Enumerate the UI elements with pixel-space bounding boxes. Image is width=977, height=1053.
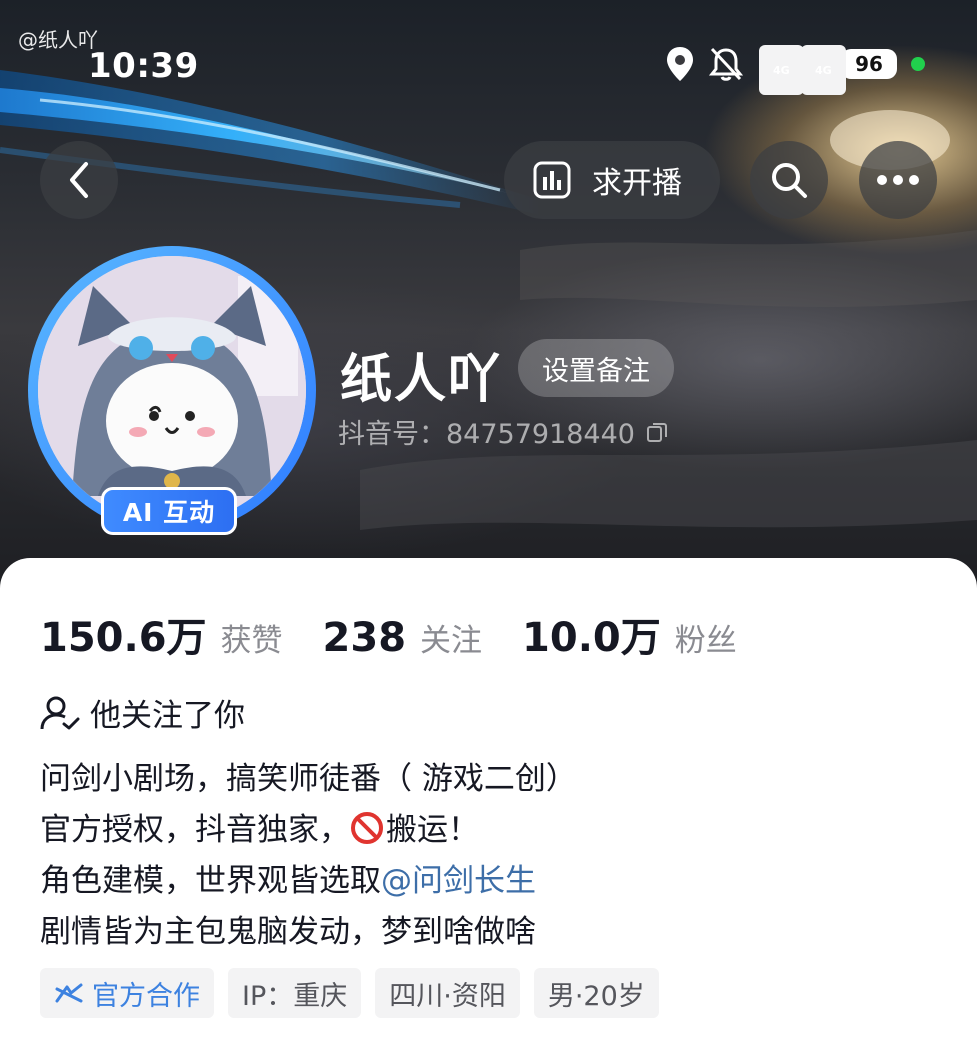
bio-line: 官方授权，抖音独家， 搬运！ [40, 805, 577, 856]
network-type-label: 4G [801, 45, 846, 95]
tag-gender-age: 男·20岁 [533, 968, 659, 1018]
bio-line: 剧情皆为主包鬼脑发动，梦到啥做啥 [40, 914, 536, 950]
bio-text: 官方授权，抖音独家， [40, 812, 350, 848]
stat-value: 150.6万 [40, 615, 207, 661]
avatar-image [38, 256, 306, 524]
copy-icon[interactable] [645, 420, 669, 444]
douyin-id[interactable]: 抖音号：84757918440 [338, 412, 669, 451]
stat-label: 粉丝 [674, 623, 737, 659]
request-live-label: 求开播 [592, 166, 682, 201]
user-follow-icon [40, 696, 80, 729]
request-live-button[interactable]: 求开播 [504, 141, 720, 219]
location-icon [667, 47, 693, 81]
network-type-label: 4G [759, 45, 804, 95]
follows-you-note: 他关注了你 [40, 690, 245, 735]
prohibited-icon [351, 812, 383, 844]
bio: 问剑小剧场，搞笑师徒番（ 游戏二创） 官方授权，抖音独家， 搬运！ 角色建模，世界… [40, 754, 577, 958]
mention-link[interactable]: @问剑长生 [381, 863, 536, 899]
stat-label: 获赞 [220, 623, 283, 659]
chevron-left-icon [70, 162, 88, 198]
signal-icon: 4G [757, 45, 804, 95]
tag-label: 四川·资阳 [389, 980, 506, 1012]
bio-text: 搬运！ [386, 812, 479, 848]
profile-banner: @纸人吖 10:39 4G 4G 96 求开播 AI 互动 纸人吖 设置备注 抖… [0, 0, 977, 600]
stats-row: 150.6万 获赞 238 关注 10.0万 粉丝 [40, 605, 777, 663]
tag-label: 男·20岁 [547, 980, 645, 1012]
stat-followers[interactable]: 10.0万 粉丝 [522, 605, 737, 663]
battery-icon: 96 [841, 49, 897, 79]
follows-you-text: 他关注了你 [90, 698, 245, 734]
profile-card: 150.6万 获赞 238 关注 10.0万 粉丝 他关注了你 问剑小剧场，搞笑… [0, 558, 977, 1053]
search-icon [772, 163, 807, 198]
more-horizontal-icon [877, 175, 919, 185]
stat-value: 238 [322, 615, 407, 661]
search-button[interactable] [750, 141, 828, 219]
tag-label: 官方合作 [92, 980, 200, 1012]
back-button[interactable] [40, 141, 118, 219]
stat-following[interactable]: 238 关注 [323, 615, 483, 661]
username: 纸人吖 [340, 349, 503, 410]
stat-likes[interactable]: 150.6万 获赞 [40, 605, 283, 663]
set-remark-button[interactable]: 设置备注 [518, 339, 674, 397]
signal-icon: 4G [799, 45, 846, 95]
bell-muted-icon [709, 47, 743, 81]
tag-label: IP：重庆 [242, 980, 348, 1012]
stat-label: 关注 [420, 623, 483, 659]
stat-value: 10.0万 [522, 615, 661, 661]
bio-line: 问剑小剧场，搞笑师徒番（ 游戏二创） [40, 761, 577, 797]
active-dot-icon [911, 57, 925, 71]
douyin-id-text: 抖音号：84757918440 [338, 419, 635, 450]
status-bar-icons: 4G 4G 96 [665, 44, 925, 95]
plush-doll-illustration [38, 256, 306, 524]
more-button[interactable] [859, 141, 937, 219]
bio-text: 角色建模，世界观皆选取 [40, 863, 381, 899]
bar-chart-icon [533, 161, 571, 199]
tag-official-partner[interactable]: 官方合作 [40, 968, 214, 1018]
ai-interaction-badge[interactable]: AI 互动 [101, 487, 237, 535]
watermark: @纸人吖 [18, 28, 98, 52]
tag-ip-location: IP：重庆 [228, 968, 362, 1018]
official-partner-icon [55, 983, 83, 1003]
tag-region[interactable]: 四川·资阳 [375, 968, 520, 1018]
status-time: 10:39 [88, 46, 199, 86]
bio-line: 角色建模，世界观皆选取@问剑长生 [40, 856, 577, 907]
profile-tags: 官方合作 IP：重庆 四川·资阳 男·20岁 [40, 968, 659, 1018]
